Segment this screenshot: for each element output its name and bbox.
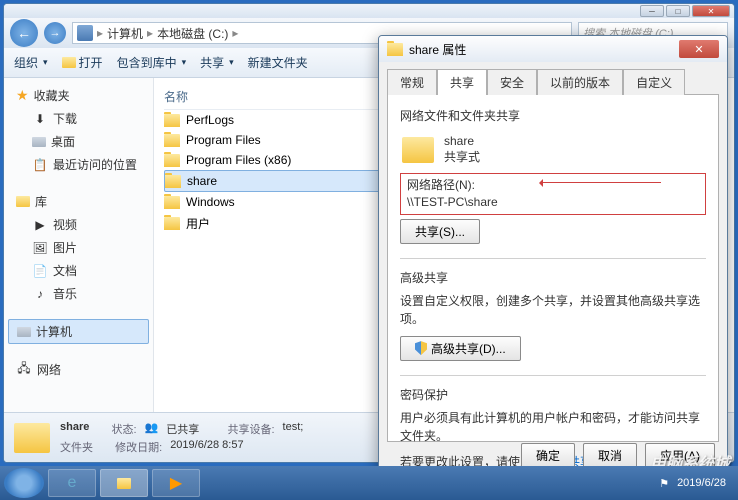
- taskbar-explorer[interactable]: [100, 469, 148, 497]
- tray-flag-icon[interactable]: ⚑: [659, 477, 669, 490]
- cancel-button[interactable]: 取消: [583, 443, 637, 468]
- sidebar-item-downloads[interactable]: ⬇下载: [8, 107, 149, 130]
- tab-security[interactable]: 安全: [487, 69, 537, 95]
- sidebar-item-music[interactable]: ♪音乐: [8, 282, 149, 305]
- document-icon: 📄: [32, 263, 48, 279]
- desktop-icon: [32, 137, 46, 147]
- folder-icon: [164, 154, 180, 167]
- recent-icon: 📋: [32, 157, 48, 173]
- share-button[interactable]: 共享(S)...: [400, 219, 480, 244]
- taskbar-ie[interactable]: e: [48, 469, 96, 497]
- sidebar-item-recent[interactable]: 📋最近访问的位置: [8, 153, 149, 176]
- computer-icon: [17, 327, 31, 337]
- breadcrumb-drive[interactable]: 本地磁盘 (C:): [157, 25, 228, 42]
- system-tray[interactable]: ⚑ 2019/6/28: [659, 477, 734, 490]
- tab-previous[interactable]: 以前的版本: [537, 69, 623, 95]
- advanced-share-button[interactable]: 高级共享(D)...: [400, 336, 521, 361]
- annotation-arrow: [541, 182, 661, 183]
- newfolder-button[interactable]: 新建文件夹: [248, 54, 308, 71]
- sidebar-item-desktop[interactable]: 桌面: [8, 130, 149, 153]
- sidebar-item-network[interactable]: 🖧网络: [8, 358, 149, 381]
- dialog-tabs: 常规 共享 安全 以前的版本 自定义: [379, 62, 727, 94]
- folder-icon: [164, 134, 180, 147]
- breadcrumb-computer[interactable]: 计算机: [107, 25, 143, 42]
- tray-time: 2019/6/28: [677, 477, 726, 489]
- share-mode: 共享式: [444, 148, 480, 165]
- folder-icon: [402, 137, 434, 163]
- advanced-note: 设置自定义权限，创建多个共享，并设置其他高级共享选项。: [400, 292, 706, 328]
- section-network-share-title: 网络文件和文件夹共享: [400, 107, 706, 124]
- folder-icon: [117, 478, 131, 489]
- open-button[interactable]: 打开: [62, 54, 103, 71]
- organize-menu[interactable]: 组织: [14, 54, 48, 71]
- folder-icon: [164, 114, 180, 127]
- section-password-title: 密码保护: [400, 386, 706, 403]
- sidebar-item-videos[interactable]: ▶视频: [8, 213, 149, 236]
- network-icon: 🖧: [16, 362, 32, 378]
- picture-icon: 🖼: [32, 240, 48, 256]
- shield-icon: [415, 341, 427, 355]
- status-name: share: [60, 421, 89, 437]
- status-modified: 2019/6/28 8:57: [170, 439, 243, 455]
- path-value: \\TEST-PC\share: [407, 194, 699, 211]
- favorites-header[interactable]: ★收藏夹: [8, 84, 149, 107]
- share-menu[interactable]: 共享: [200, 54, 234, 71]
- network-path-box: 网络路径(N): \\TEST-PC\share: [400, 173, 706, 215]
- sidebar-item-documents[interactable]: 📄文档: [8, 259, 149, 282]
- folder-icon: [14, 423, 50, 453]
- sidebar-item-pictures[interactable]: 🖼图片: [8, 236, 149, 259]
- taskbar-media[interactable]: ▶: [152, 469, 200, 497]
- share-name: share: [444, 134, 480, 148]
- properties-dialog: share 属性 ✕ 常规 共享 安全 以前的版本 自定义 网络文件和文件夹共享…: [378, 35, 728, 477]
- folder-icon: [62, 57, 76, 68]
- maximize-button[interactable]: □: [666, 5, 690, 17]
- sidebar: ★收藏夹 ⬇下载 桌面 📋最近访问的位置 库 ▶视频 🖼图片 📄文档 ♪音乐 计…: [4, 78, 154, 412]
- dialog-title: share 属性: [409, 41, 466, 58]
- drive-icon: [77, 25, 93, 41]
- dialog-close-button[interactable]: ✕: [679, 40, 719, 58]
- password-note: 用户必须具有此计算机的用户帐户和密码，才能访问共享文件夹。: [400, 409, 706, 445]
- library-icon: [16, 196, 30, 207]
- libraries-header[interactable]: 库: [8, 190, 149, 213]
- include-menu[interactable]: 包含到库中: [117, 54, 187, 71]
- window-titlebar: ─ □ ✕: [4, 4, 734, 18]
- dialog-titlebar: share 属性 ✕: [379, 36, 727, 62]
- nav-forward-button[interactable]: →: [44, 22, 66, 44]
- sidebar-item-computer[interactable]: 计算机: [8, 319, 149, 344]
- status-shared: 已共享: [166, 421, 199, 437]
- star-icon: ★: [16, 87, 29, 104]
- section-advanced-title: 高级共享: [400, 269, 706, 286]
- tab-content: 网络文件和文件夹共享 share 共享式 网络路径(N): \\TEST-PC\…: [387, 94, 719, 442]
- tab-sharing[interactable]: 共享: [437, 69, 487, 95]
- video-icon: ▶: [32, 217, 48, 233]
- taskbar: e ▶ ⚑ 2019/6/28: [0, 466, 738, 500]
- tab-general[interactable]: 常规: [387, 69, 437, 95]
- close-button[interactable]: ✕: [692, 5, 730, 17]
- folder-icon: [164, 217, 180, 230]
- minimize-button[interactable]: ─: [640, 5, 664, 17]
- folder-icon: [387, 43, 403, 56]
- folder-icon: [164, 196, 180, 209]
- nav-back-button[interactable]: ←: [10, 19, 38, 47]
- music-icon: ♪: [32, 286, 48, 302]
- folder-icon: [165, 175, 181, 188]
- ok-button[interactable]: 确定: [521, 443, 575, 468]
- path-label: 网络路径(N):: [407, 177, 699, 194]
- download-icon: ⬇: [32, 111, 48, 127]
- start-button[interactable]: [4, 468, 44, 498]
- tab-custom[interactable]: 自定义: [623, 69, 685, 95]
